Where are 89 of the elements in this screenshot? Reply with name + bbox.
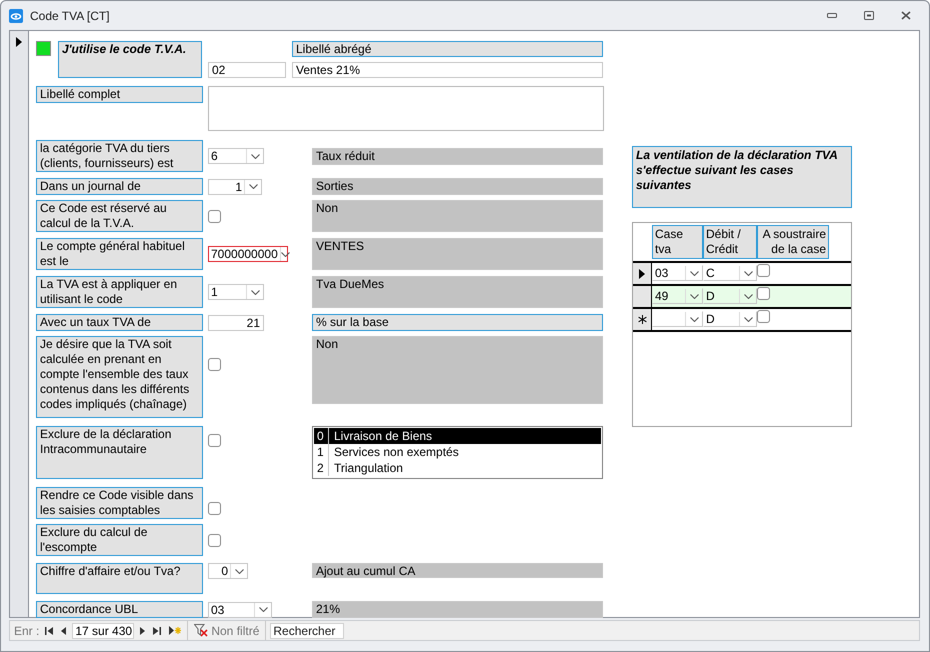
- result-text: Ajout au cumul CA: [312, 563, 603, 578]
- result-text: 21%: [312, 601, 603, 618]
- field-label: Exclure de la déclaration Intracommunautaire: [36, 426, 203, 480]
- result-text: % sur la base: [312, 314, 603, 331]
- column-header: Débit / Crédit: [703, 225, 757, 259]
- chevron-down-icon: [690, 270, 698, 276]
- field-label: Avec un taux TVA de: [36, 314, 203, 331]
- dropdown-field[interactable]: 03: [652, 265, 703, 281]
- list-option[interactable]: 0 Livraison de Biens: [314, 428, 601, 444]
- field-label: la catégorie TVA du tiers (clients, fournisseurs) est: [36, 140, 203, 172]
- record-pointer-icon: [639, 268, 645, 278]
- close-icon: [901, 11, 911, 20]
- dropdown-field[interactable]: 1: [208, 284, 264, 300]
- chevron-down-icon: [744, 316, 752, 322]
- field-label: Ce Code est réservé au calcul de la T.V.A.: [36, 200, 203, 232]
- field-label: J'utilise le code T.V.A.: [58, 41, 202, 78]
- dropdown-field[interactable]: 49: [652, 288, 703, 304]
- field-label: La TVA est à appliquer en utilisant le code: [36, 276, 203, 308]
- short-label-field[interactable]: Ventes 21%: [292, 62, 603, 78]
- chevron-down-icon: [690, 316, 698, 322]
- filter-off-icon: [194, 624, 208, 637]
- record-position-field[interactable]: 17 sur 430: [72, 622, 134, 638]
- chevron-down-icon: [250, 290, 260, 294]
- checkbox[interactable]: [757, 287, 770, 300]
- chevron-down-icon: [690, 294, 698, 298]
- result-text: Sorties: [312, 178, 603, 195]
- app-icon: [9, 8, 23, 22]
- next-icon: [140, 626, 146, 634]
- checkbox[interactable]: [208, 502, 221, 516]
- checkbox[interactable]: [757, 264, 770, 277]
- list-option[interactable]: 2 Triangulation: [314, 460, 601, 476]
- row-selector[interactable]: [633, 309, 652, 330]
- field-label: Concordance UBL: [36, 601, 203, 618]
- dropdown-field[interactable]: [652, 311, 703, 327]
- record-label: Enr :: [14, 624, 40, 638]
- option-list[interactable]: 0 Livraison de Biens 1 Services non exemptés 2 Triangulation: [312, 426, 603, 480]
- section-caption: La ventilation de la déclaration TVA s'effectue suivant les cases suivantes: [632, 146, 852, 208]
- number-field[interactable]: 21: [208, 314, 264, 330]
- dropdown-field[interactable]: 03: [208, 602, 272, 618]
- checkbox[interactable]: [208, 210, 221, 222]
- list-option[interactable]: 1 Services non exemptés: [314, 444, 601, 460]
- search-field[interactable]: Rechercher: [270, 622, 344, 638]
- minimize-icon: [827, 13, 837, 18]
- field-label: Libellé complet: [36, 86, 203, 103]
- field-label: Chiffre d'affaire et/ou Tva?: [36, 563, 203, 594]
- record-selector[interactable]: [9, 30, 28, 618]
- checkbox[interactable]: [757, 310, 770, 323]
- chevron-down-icon: [744, 270, 752, 276]
- chevron-down-icon: [248, 184, 258, 189]
- dropdown-field[interactable]: 7000000000: [208, 246, 288, 262]
- row-selector[interactable]: [633, 286, 652, 307]
- window-title: Code TVA [CT]: [30, 8, 111, 22]
- dropdown-field[interactable]: D: [703, 311, 757, 327]
- result-text: Non: [312, 336, 603, 404]
- column-header: A soustraire de la case: [757, 225, 829, 259]
- result-text: Non: [312, 200, 603, 232]
- column-header: Case tva: [652, 225, 703, 259]
- result-text: Taux réduit: [312, 148, 603, 164]
- chevron-down-icon: [280, 252, 290, 256]
- first-record-icon: [45, 626, 54, 634]
- checkbox[interactable]: [208, 534, 221, 547]
- dropdown-field[interactable]: C: [703, 265, 757, 281]
- chevron-down-icon: [250, 154, 260, 158]
- checkbox[interactable]: [208, 358, 221, 371]
- last-record-icon: [153, 626, 162, 634]
- maximize-icon: [864, 11, 874, 20]
- field-label: Rendre ce Code visible dans les saisies comptables: [36, 487, 203, 520]
- result-text: Tva DueMes: [312, 276, 603, 308]
- field-label: Le compte général habituel est le: [36, 238, 203, 270]
- record-pointer-icon: [16, 37, 22, 47]
- result-text: VENTES: [312, 238, 603, 270]
- row-selector[interactable]: [633, 263, 652, 284]
- field-label: Libellé abrégé: [292, 41, 603, 57]
- code-field[interactable]: 02: [208, 62, 286, 78]
- previous-icon: [61, 626, 66, 634]
- dropdown-field[interactable]: 0: [208, 563, 248, 580]
- chevron-down-icon: [258, 607, 268, 612]
- field-label: Je désire que la TVA soit calculée en prenant en compte l'ensemble des taux contenus dans les différents codes impliqués (chaînage): [36, 336, 203, 418]
- asterisk-icon: [638, 315, 646, 324]
- new-record-icon: [169, 626, 182, 635]
- field-label: Dans un journal de: [36, 178, 203, 195]
- filter-button[interactable]: Non filtré: [187, 621, 266, 640]
- chevron-down-icon: [234, 568, 244, 574]
- dropdown-field[interactable]: D: [703, 288, 757, 304]
- chevron-down-icon: [744, 294, 752, 298]
- checkbox[interactable]: [208, 434, 221, 447]
- dropdown-field[interactable]: 1: [208, 178, 262, 194]
- field-label: Exclure du calcul de l'escompte: [36, 524, 203, 556]
- dropdown-field[interactable]: 6: [208, 148, 264, 164]
